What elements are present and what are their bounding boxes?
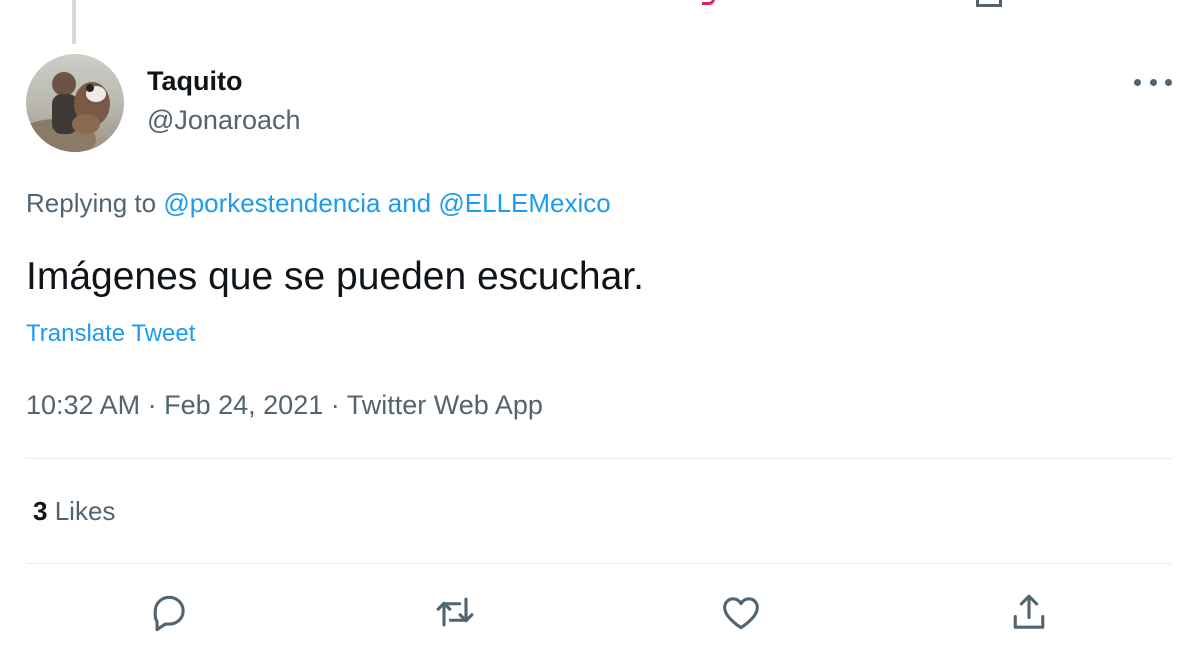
likes-count-link[interactable]: 3 Likes <box>33 496 115 527</box>
share-icon <box>1013 594 1045 629</box>
avatar[interactable] <box>26 54 124 152</box>
thread-connector-line <box>72 0 76 44</box>
tweet-text: Imágenes que se pueden escuchar. <box>26 255 644 298</box>
more-dot-icon <box>1134 78 1141 86</box>
more-dot-icon <box>1149 78 1157 86</box>
replying-user-link-1[interactable]: @porkestendencia <box>163 188 380 218</box>
retweet-icon <box>436 597 474 627</box>
tweet-date[interactable]: Feb 24, 2021 <box>164 390 323 420</box>
tweet-source[interactable]: Twitter Web App <box>347 390 543 420</box>
retweet-button[interactable] <box>433 590 477 634</box>
likes-label: Likes <box>54 496 116 526</box>
meta-separator: · <box>147 390 157 420</box>
like-button[interactable] <box>719 590 763 634</box>
replying-user-link-2[interactable]: @ELLEMexico <box>438 188 610 218</box>
meta-separator: · <box>330 390 340 420</box>
divider <box>26 563 1172 564</box>
like-icon-partial <box>702 0 715 5</box>
share-button[interactable] <box>1007 590 1051 634</box>
more-dot-icon <box>1165 78 1172 86</box>
display-name[interactable]: Taquito <box>147 66 242 97</box>
reply-icon <box>153 595 185 632</box>
avatar-photo <box>26 54 124 152</box>
tweet-time[interactable]: 10:32 AM <box>26 390 140 420</box>
more-options-button[interactable] <box>1134 70 1172 94</box>
likes-count: 3 <box>33 496 48 526</box>
heart-icon <box>723 597 759 630</box>
share-icon-partial <box>976 0 1002 7</box>
replying-prefix: Replying to <box>26 188 157 218</box>
translate-tweet-link[interactable]: Translate Tweet <box>26 320 195 348</box>
reply-button[interactable] <box>147 590 191 634</box>
tweet-metadata: 10:32 AM · Feb 24, 2021 · Twitter Web Ap… <box>26 390 543 421</box>
divider <box>26 458 1172 459</box>
user-handle[interactable]: @Jonaroach <box>147 105 301 136</box>
replying-to-line: Replying to @porkestendencia and @ELLEMe… <box>26 188 611 219</box>
replying-joiner[interactable]: and <box>388 188 431 218</box>
